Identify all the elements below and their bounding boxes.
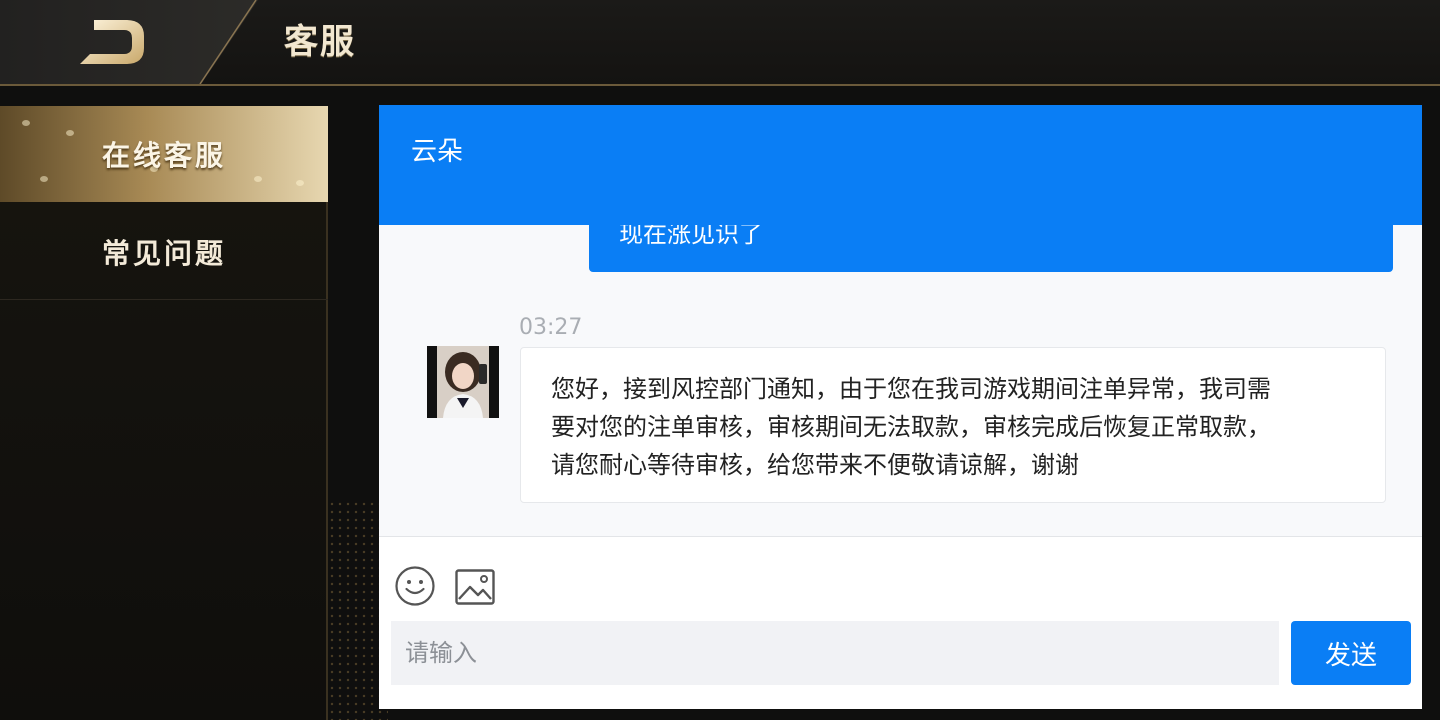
outgoing-message: 现在涨见识了 xyxy=(589,225,1393,272)
image-icon[interactable] xyxy=(455,569,495,605)
sidebar-item-online-support[interactable]: 在线客服 xyxy=(0,106,328,202)
chat-header: 云朵 xyxy=(379,105,1422,225)
chat-panel: 云朵 现在涨见识了 03:27 您好，接到风控部门通知，由于您在我司游戏期间注单… xyxy=(379,105,1422,709)
smiley-icon[interactable] xyxy=(394,565,436,607)
sparkle-decoration xyxy=(40,176,48,182)
message-composer: 发送 xyxy=(379,537,1422,709)
message-line: 您好，接到风控部门通知，由于您在我司游戏期间注单异常，我司需 xyxy=(551,375,1271,403)
sidebar-item-label: 常见问题 xyxy=(101,236,226,270)
sidebar-item-faq[interactable]: 常见问题 xyxy=(0,204,328,300)
sparkle-decoration xyxy=(66,130,74,136)
sparkle-decoration xyxy=(22,120,30,126)
message-line: 要对您的注单审核，审核期间无法取款，审核完成后恢复正常取款， xyxy=(551,413,1271,441)
sparkle-decoration xyxy=(150,166,158,172)
send-button[interactable]: 发送 xyxy=(1291,621,1411,685)
top-bar: 客服 xyxy=(0,0,1440,86)
message-timestamp: 03:27 xyxy=(519,315,583,340)
sparkle-decoration xyxy=(254,176,262,182)
incoming-message: 您好，接到风控部门通知，由于您在我司游戏期间注单异常，我司需 要对您的注单审核，… xyxy=(520,347,1386,503)
page-title: 客服 xyxy=(284,22,356,62)
sparkle-decoration xyxy=(296,180,304,186)
message-text: 现在涨见识了 xyxy=(619,225,763,248)
agent-name: 云朵 xyxy=(411,137,464,167)
sidebar-item-label: 在线客服 xyxy=(101,139,226,172)
message-line: 请您耐心等待审核，给您带来不便敬请谅解，谢谢 xyxy=(551,451,1079,479)
message-input[interactable] xyxy=(391,621,1279,685)
agent-avatar[interactable] xyxy=(427,346,499,418)
d-logo-icon[interactable] xyxy=(74,18,148,66)
logo-edge-decoration xyxy=(199,0,257,84)
sidebar: 在线客服 常见问题 xyxy=(0,106,328,720)
